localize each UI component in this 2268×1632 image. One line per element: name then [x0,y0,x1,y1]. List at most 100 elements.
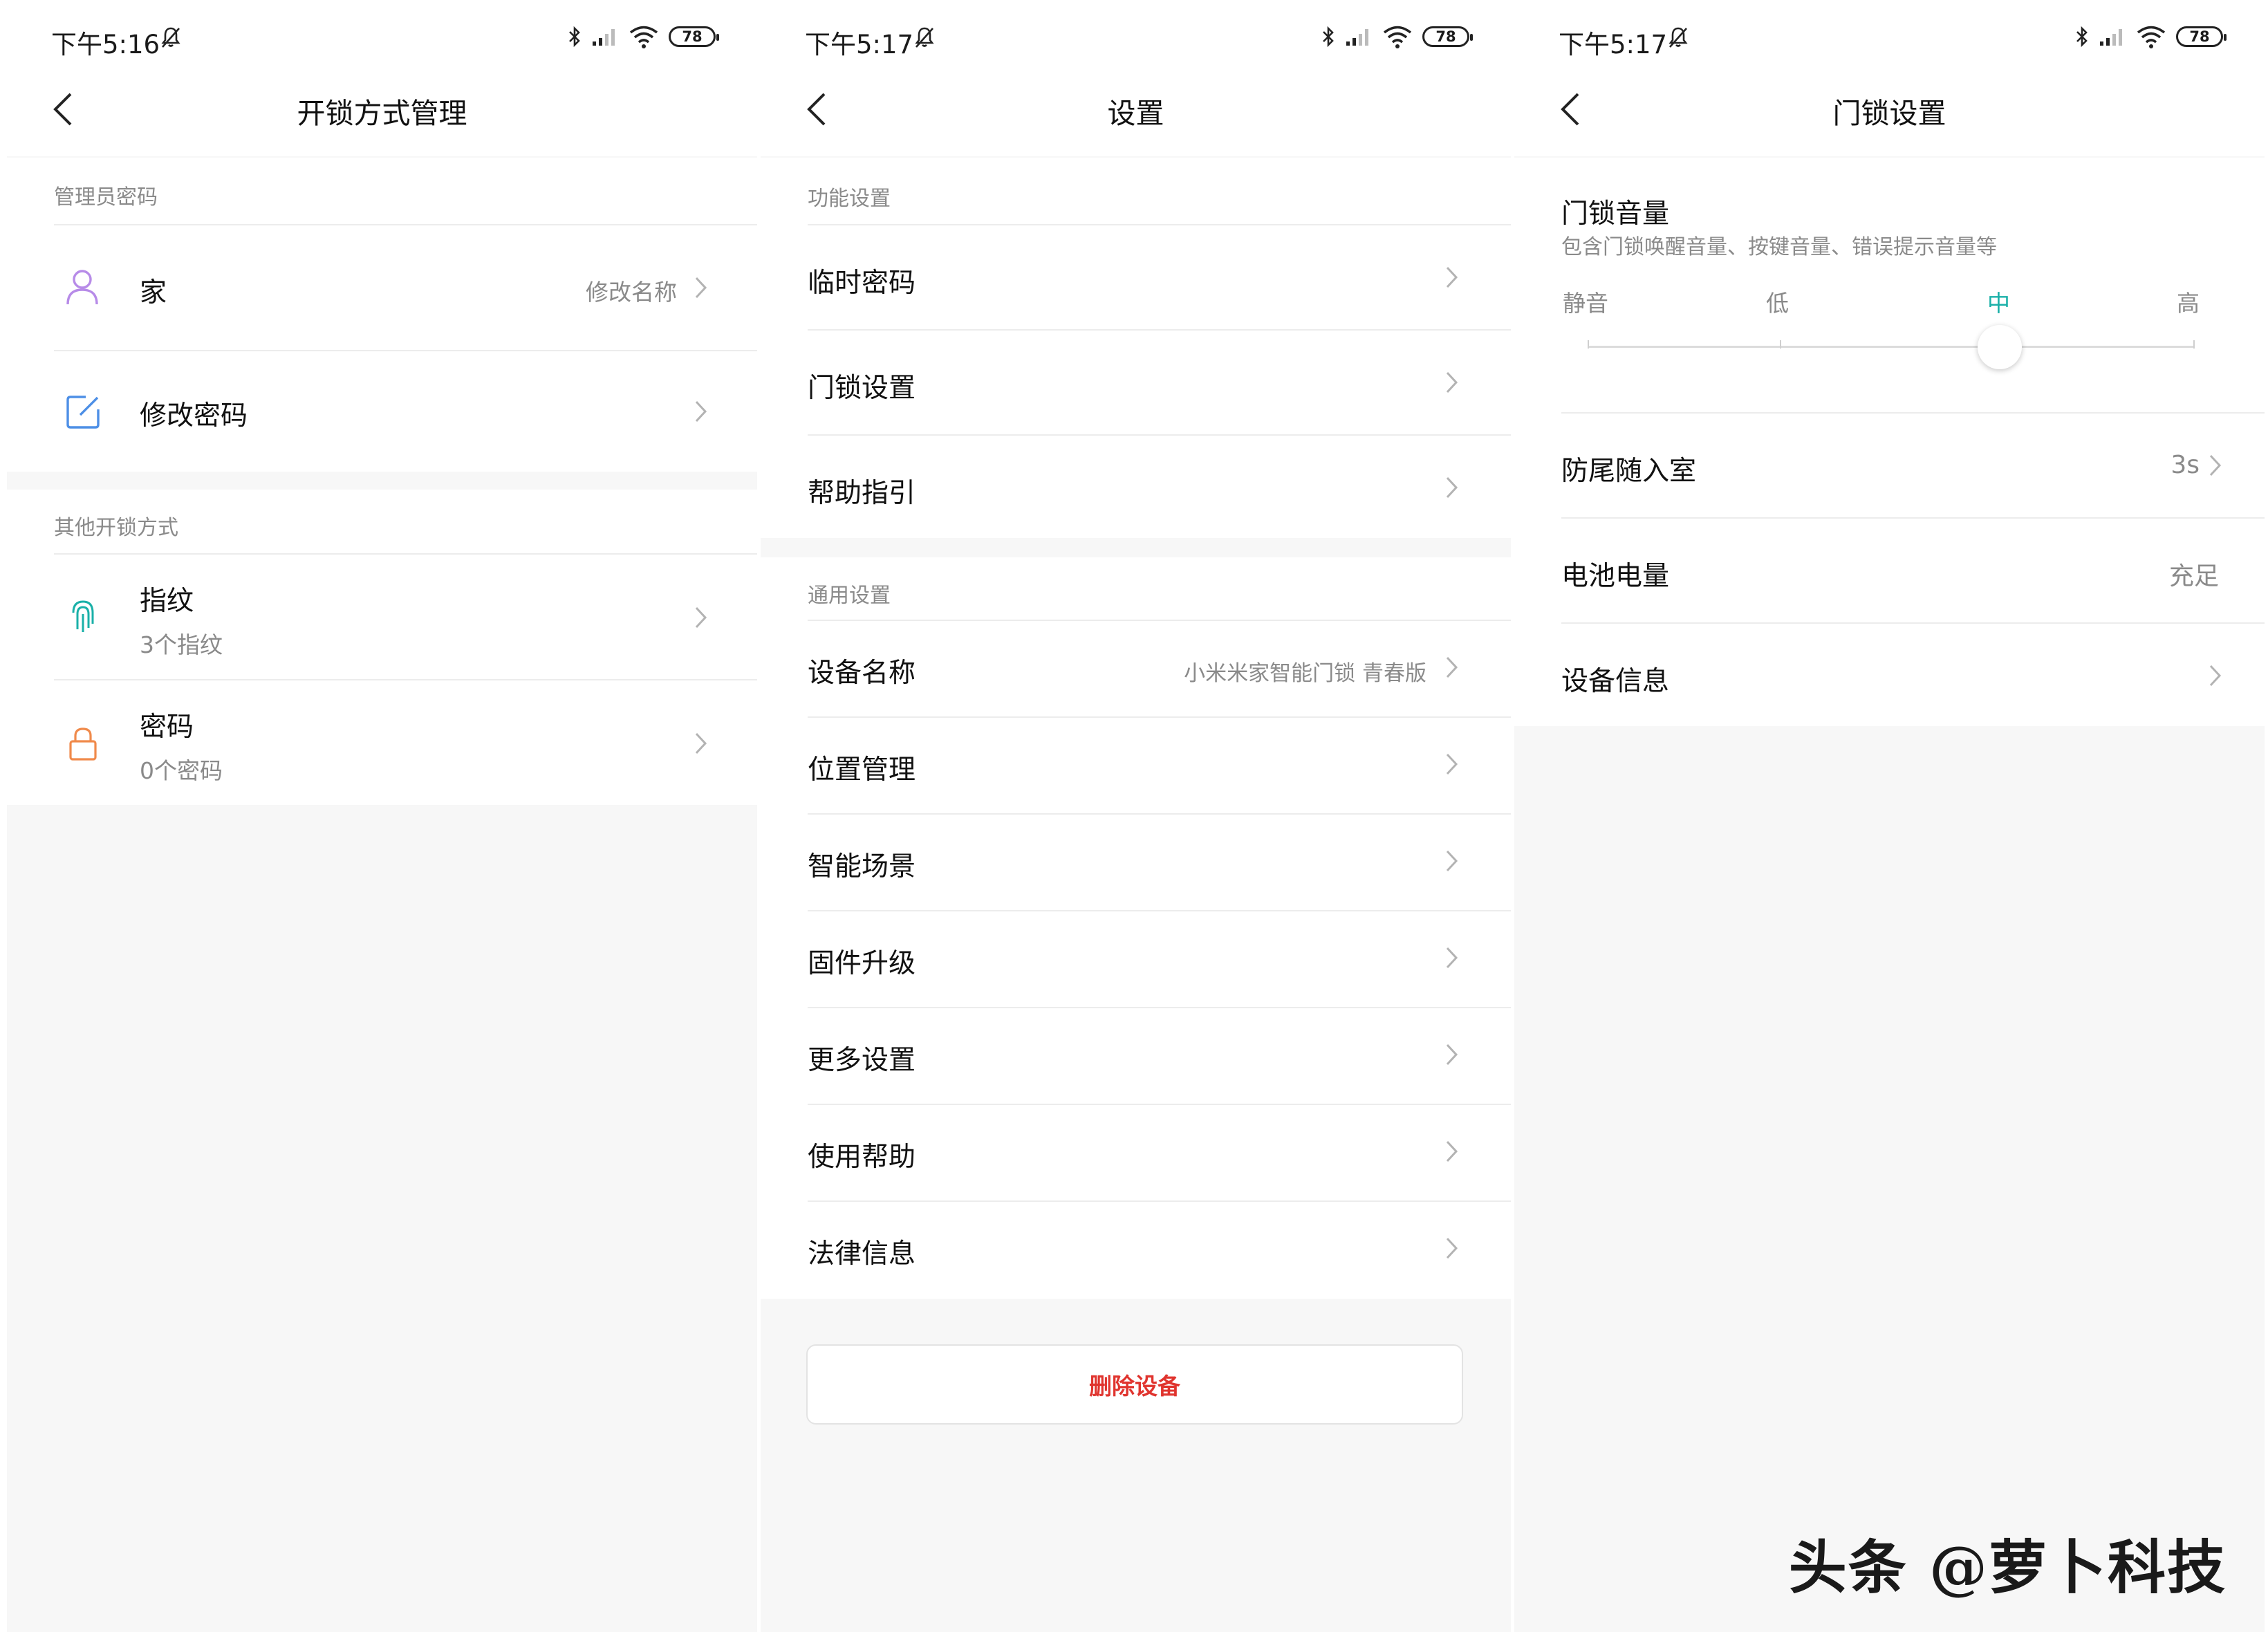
slider-tick [1780,340,1781,349]
change-password-row[interactable]: 修改密码 [7,351,757,472]
anti-tailgating-row[interactable]: 防尾随入室 3s [1514,414,2265,517]
slider-track[interactable] [1588,346,2195,348]
row-label: 修改密码 [140,394,248,433]
screen-settings: 下午5:17 78 设置 功能设置 临时密码 门锁设置 帮助指引 通用设置 [761,0,1511,1632]
menu-item-help-guide[interactable]: 帮助指引 [761,436,1511,538]
lock-icon [68,726,98,762]
screen-lock-settings: 下午5:17 78 门锁设置 门锁音量 包含门锁唤醒音量、按键音量、错误提示音量… [1514,0,2265,1632]
delete-device-button[interactable]: 删除设备 [806,1344,1463,1425]
battery-indicator: 78 [2176,26,2223,47]
general-settings-section: 通用设置 设备名称 小米米家智能门锁 青春版 位置管理 智能场景 固件升级 更多… [761,557,1511,1299]
chevron-right-icon [1445,752,1459,776]
chevron-right-icon [1445,476,1459,499]
row-label: 防尾随入室 [1561,449,1696,488]
watermark: 头条 @萝卜科技 [1789,1521,2227,1605]
edit-icon [65,393,102,430]
volume-description: 包含门锁唤醒音量、按键音量、错误提示音量等 [1561,230,1997,260]
page-title: 开锁方式管理 [7,90,757,131]
section-header: 功能设置 [808,181,891,212]
volume-level-mute[interactable]: 静音 [1563,285,1608,318]
mute-bell-icon [914,26,935,48]
signal-icon [2099,26,2126,47]
top-bar: 下午5:16 78 开锁方式管理 [7,0,757,156]
status-time: 下午5:17 [805,24,913,61]
volume-level-medium[interactable]: 中 [1987,285,2010,318]
row-label: 固件升级 [808,942,915,981]
slider-knob[interactable] [1978,325,2022,369]
mute-bell-icon [1668,26,1689,48]
status-time: 下午5:17 [1559,24,1667,61]
row-label: 位置管理 [808,748,915,787]
chevron-right-icon [2209,454,2222,477]
row-sub: 0个密码 [140,752,223,786]
wifi-icon [629,25,659,48]
row-label: 使用帮助 [808,1135,915,1174]
bluetooth-icon [2075,25,2089,48]
rename-link[interactable]: 修改名称 [586,274,677,307]
menu-item-more-settings[interactable]: 更多设置 [761,1008,1511,1104]
page-title: 设置 [761,90,1511,131]
row-label: 帮助指引 [808,472,915,510]
system-icons: 78 [2075,25,2223,48]
status-time: 下午5:16 [51,24,160,61]
section-header: 通用设置 [808,578,891,609]
device-info-row[interactable]: 设备信息 [1514,624,2265,726]
menu-item-firmware[interactable]: 固件升级 [761,911,1511,1007]
menu-item-usage-help[interactable]: 使用帮助 [761,1105,1511,1200]
row-label: 家 [140,271,167,310]
chevron-right-icon [1445,371,1459,394]
system-icons: 78 [568,25,716,48]
signal-icon [1345,26,1373,47]
menu-item-lock-settings[interactable]: 门锁设置 [761,331,1511,434]
admin-password-section: 管理员密码 家 修改名称 修改密码 [7,158,757,472]
battery-indicator: 78 [669,26,716,47]
top-bar: 下午5:17 78 门锁设置 [1514,0,2265,156]
system-icons: 78 [1321,25,1469,48]
chevron-right-icon [2209,664,2222,687]
row-label: 设备信息 [1561,660,1669,698]
other-unlock-section: 其他开锁方式 指纹 3个指纹 密码 0个密码 [7,490,757,805]
row-label: 临时密码 [808,261,915,300]
section-header: 管理员密码 [54,180,158,210]
password-row[interactable]: 密码 0个密码 [7,680,757,805]
row-label: 法律信息 [808,1232,915,1271]
chevron-right-icon [694,400,708,423]
user-icon [65,268,100,306]
row-label: 智能场景 [808,845,915,884]
row-label: 设备名称 [808,651,915,690]
chevron-right-icon [1445,946,1459,970]
row-label: 电池电量 [1561,555,1669,593]
slider-tick [1588,340,1589,349]
chevron-right-icon [1445,266,1459,289]
menu-item-device-name[interactable]: 设备名称 小米米家智能门锁 青春版 [761,621,1511,716]
fingerprint-icon [69,599,97,635]
row-label: 更多设置 [808,1039,915,1077]
anti-tailgating-value: 3s [2171,451,2200,479]
volume-level-low[interactable]: 低 [1766,285,1789,318]
page-title: 门锁设置 [1514,90,2265,131]
menu-item-legal[interactable]: 法律信息 [761,1202,1511,1299]
menu-item-smart-scene[interactable]: 智能场景 [761,815,1511,910]
admin-user-row[interactable]: 家 修改名称 [7,225,757,350]
section-header: 其他开锁方式 [54,510,178,541]
chevron-right-icon [694,276,708,299]
signal-icon [591,26,619,47]
menu-item-temp-password[interactable]: 临时密码 [761,225,1511,329]
chevron-right-icon [1445,849,1459,873]
fingerprint-row[interactable]: 指纹 3个指纹 [7,555,757,679]
bluetooth-icon [1321,25,1335,48]
chevron-right-icon [1445,656,1459,679]
slider-tick [2193,340,2195,349]
menu-item-location[interactable]: 位置管理 [761,718,1511,813]
device-name-value: 小米米家智能门锁 青春版 [1184,656,1426,687]
screen-unlock-methods: 下午5:16 78 开锁方式管理 管理员密码 家 修改名称 修改密码 其他开锁方… [7,0,757,1632]
lock-settings-section: 门锁音量 包含门锁唤醒音量、按键音量、错误提示音量等 静音 低 中 高 防尾随入… [1514,158,2265,726]
chevron-right-icon [694,606,708,629]
volume-label: 门锁音量 [1561,192,1669,231]
volume-level-high[interactable]: 高 [2177,285,2200,318]
mute-bell-icon [160,26,181,48]
chevron-right-icon [694,732,708,755]
battery-indicator: 78 [1422,26,1469,47]
battery-level-row: 电池电量 充足 [1514,519,2265,622]
battery-level-value: 充足 [2169,556,2219,592]
